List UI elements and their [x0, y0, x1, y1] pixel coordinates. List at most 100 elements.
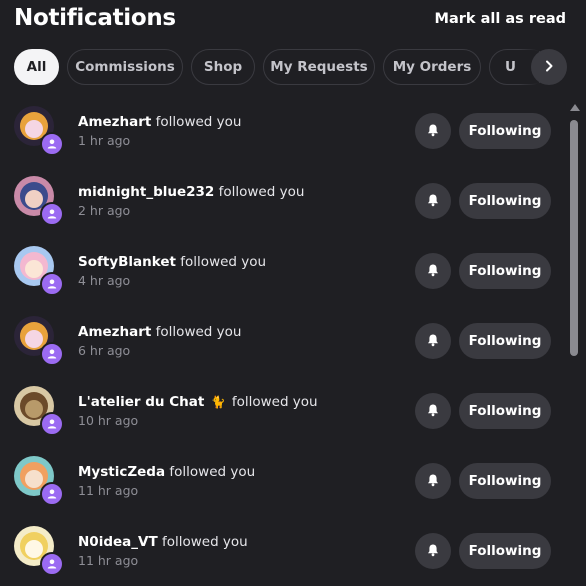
notification-action: followed you [155, 324, 242, 340]
person-icon [46, 555, 58, 574]
scroll-up-arrow-icon[interactable] [570, 104, 580, 111]
notification-message: N0idea_VT followed you [78, 534, 248, 550]
notification-action: followed you [218, 184, 305, 200]
username[interactable]: Amezhart [78, 114, 151, 130]
follower-badge [40, 202, 64, 226]
notification-time: 11 hr ago [78, 483, 139, 498]
notify-bell-button[interactable] [415, 323, 451, 359]
follower-badge [40, 132, 64, 156]
scrollbar[interactable] [566, 100, 584, 586]
mark-all-read-button[interactable]: Mark all as read [435, 11, 566, 27]
notification-text: SoftyBlanket followed you 4 hr ago [78, 254, 266, 288]
bell-icon [426, 332, 440, 351]
bell-icon [426, 542, 440, 561]
notification-row[interactable]: L'atelier du Chat 🐈 followed you 10 hr a… [0, 376, 566, 446]
notification-action: followed you [169, 464, 256, 480]
username[interactable]: MysticZeda [78, 464, 165, 480]
person-icon [46, 275, 58, 294]
notify-bell-button[interactable] [415, 533, 451, 569]
bell-icon [426, 262, 440, 281]
follower-badge [40, 342, 64, 366]
avatar-container[interactable] [14, 106, 64, 156]
tab-my-orders[interactable]: My Orders [383, 49, 481, 85]
scroll-thumb[interactable] [570, 120, 578, 356]
follower-badge [40, 552, 64, 576]
chevron-right-icon [542, 58, 556, 77]
following-button[interactable]: Following [459, 323, 551, 359]
notification-time: 1 hr ago [78, 133, 131, 148]
notification-message: L'atelier du Chat 🐈 followed you [78, 394, 318, 410]
notification-time: 11 hr ago [78, 553, 139, 568]
following-button[interactable]: Following [459, 183, 551, 219]
notification-action: followed you [180, 254, 267, 270]
following-button[interactable]: Following [459, 113, 551, 149]
notification-text: N0idea_VT followed you 11 hr ago [78, 534, 248, 568]
tab-commissions[interactable]: Commissions [67, 49, 183, 85]
avatar-container[interactable] [14, 386, 64, 436]
person-icon [46, 345, 58, 364]
notification-row[interactable]: N0idea_VT followed you 11 hr ago Followi… [0, 516, 566, 586]
bell-icon [426, 122, 440, 141]
username[interactable]: Amezhart [78, 324, 151, 340]
avatar-container[interactable] [14, 246, 64, 296]
page-title: Notifications [14, 5, 176, 31]
notify-bell-button[interactable] [415, 113, 451, 149]
person-icon [46, 485, 58, 504]
notification-row[interactable]: Amezhart followed you 6 hr ago Following [0, 306, 566, 376]
following-button[interactable]: Following [459, 533, 551, 569]
avatar-container[interactable] [14, 456, 64, 506]
follower-badge [40, 412, 64, 436]
notification-action: followed you [161, 534, 248, 550]
bell-icon [426, 402, 440, 421]
notification-action: followed you [231, 394, 318, 410]
username[interactable]: N0idea_VT [78, 534, 158, 550]
avatar-container[interactable] [14, 176, 64, 226]
person-icon [46, 205, 58, 224]
tabs-next-button[interactable] [531, 49, 567, 85]
notification-row[interactable]: SoftyBlanket followed you 4 hr ago Follo… [0, 236, 566, 306]
notification-time: 2 hr ago [78, 203, 131, 218]
following-button[interactable]: Following [459, 393, 551, 429]
person-icon [46, 135, 58, 154]
avatar-container[interactable] [14, 316, 64, 366]
notification-message: midnight_blue232 followed you [78, 184, 304, 200]
notification-text: L'atelier du Chat 🐈 followed you 10 hr a… [78, 394, 318, 428]
notification-time: 4 hr ago [78, 273, 131, 288]
notification-message: SoftyBlanket followed you [78, 254, 266, 270]
filter-tabs: All Commissions Shop My Requests My Orde… [14, 49, 574, 85]
notification-text: midnight_blue232 followed you 2 hr ago [78, 184, 304, 218]
header: Notifications Mark all as read [0, 0, 586, 42]
follower-badge [40, 272, 64, 296]
follower-badge [40, 482, 64, 506]
notification-text: Amezhart followed you 1 hr ago [78, 114, 241, 148]
notification-action: followed you [155, 114, 242, 130]
username[interactable]: L'atelier du Chat [78, 394, 204, 410]
following-button[interactable]: Following [459, 463, 551, 499]
notify-bell-button[interactable] [415, 253, 451, 289]
notification-time: 6 hr ago [78, 343, 131, 358]
bell-icon [426, 192, 440, 211]
following-button[interactable]: Following [459, 253, 551, 289]
notification-row[interactable]: Amezhart followed you 1 hr ago Following [0, 96, 566, 166]
notification-text: MysticZeda followed you 11 hr ago [78, 464, 255, 498]
username[interactable]: SoftyBlanket [78, 254, 176, 270]
notification-list: Amezhart followed you 1 hr ago Following [0, 96, 566, 586]
notification-message: MysticZeda followed you [78, 464, 255, 480]
notification-time: 10 hr ago [78, 413, 139, 428]
tab-shop[interactable]: Shop [191, 49, 255, 85]
notification-message: Amezhart followed you [78, 324, 241, 340]
person-icon [46, 415, 58, 434]
notification-row[interactable]: MysticZeda followed you 11 hr ago Follow… [0, 446, 566, 516]
avatar-container[interactable] [14, 526, 64, 576]
notification-text: Amezhart followed you 6 hr ago [78, 324, 241, 358]
tab-my-requests[interactable]: My Requests [263, 49, 375, 85]
notification-message: Amezhart followed you [78, 114, 241, 130]
bell-icon [426, 472, 440, 491]
notify-bell-button[interactable] [415, 463, 451, 499]
username-emoji: 🐈 [210, 395, 226, 409]
notification-row[interactable]: midnight_blue232 followed you 2 hr ago F… [0, 166, 566, 236]
tab-all[interactable]: All [14, 49, 59, 85]
notify-bell-button[interactable] [415, 183, 451, 219]
notify-bell-button[interactable] [415, 393, 451, 429]
username[interactable]: midnight_blue232 [78, 184, 214, 200]
